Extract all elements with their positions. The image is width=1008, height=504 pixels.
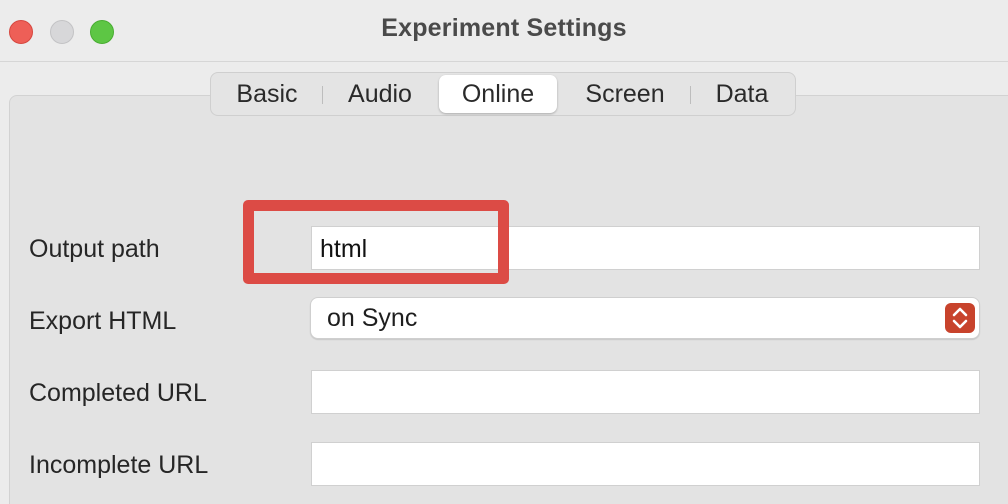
export-html-selected-value: on Sync [327,304,418,332]
export-html-select[interactable]: on Sync [310,297,980,339]
completed-url-label: Completed URL [29,379,207,407]
tab-basic[interactable]: Basic [211,75,323,113]
experiment-settings-window: Experiment Settings Basic Audio Online S… [0,0,1008,504]
completed-url-input[interactable] [311,370,980,414]
window-title: Experiment Settings [381,14,627,42]
export-html-label: Export HTML [29,307,177,335]
incomplete-url-label: Incomplete URL [29,451,209,479]
tab-online[interactable]: Online [439,75,557,113]
tab-screen[interactable]: Screen [559,75,691,113]
tab-audio[interactable]: Audio [323,75,437,113]
title-bar: Experiment Settings [0,0,1008,62]
tab-data[interactable]: Data [691,75,793,113]
chevron-up-down-icon [945,303,975,333]
tab-bar: Basic Audio Online Screen Data [210,72,796,116]
incomplete-url-input[interactable] [311,442,980,486]
output-path-input[interactable]: html [311,226,980,270]
output-path-label: Output path [29,235,160,263]
